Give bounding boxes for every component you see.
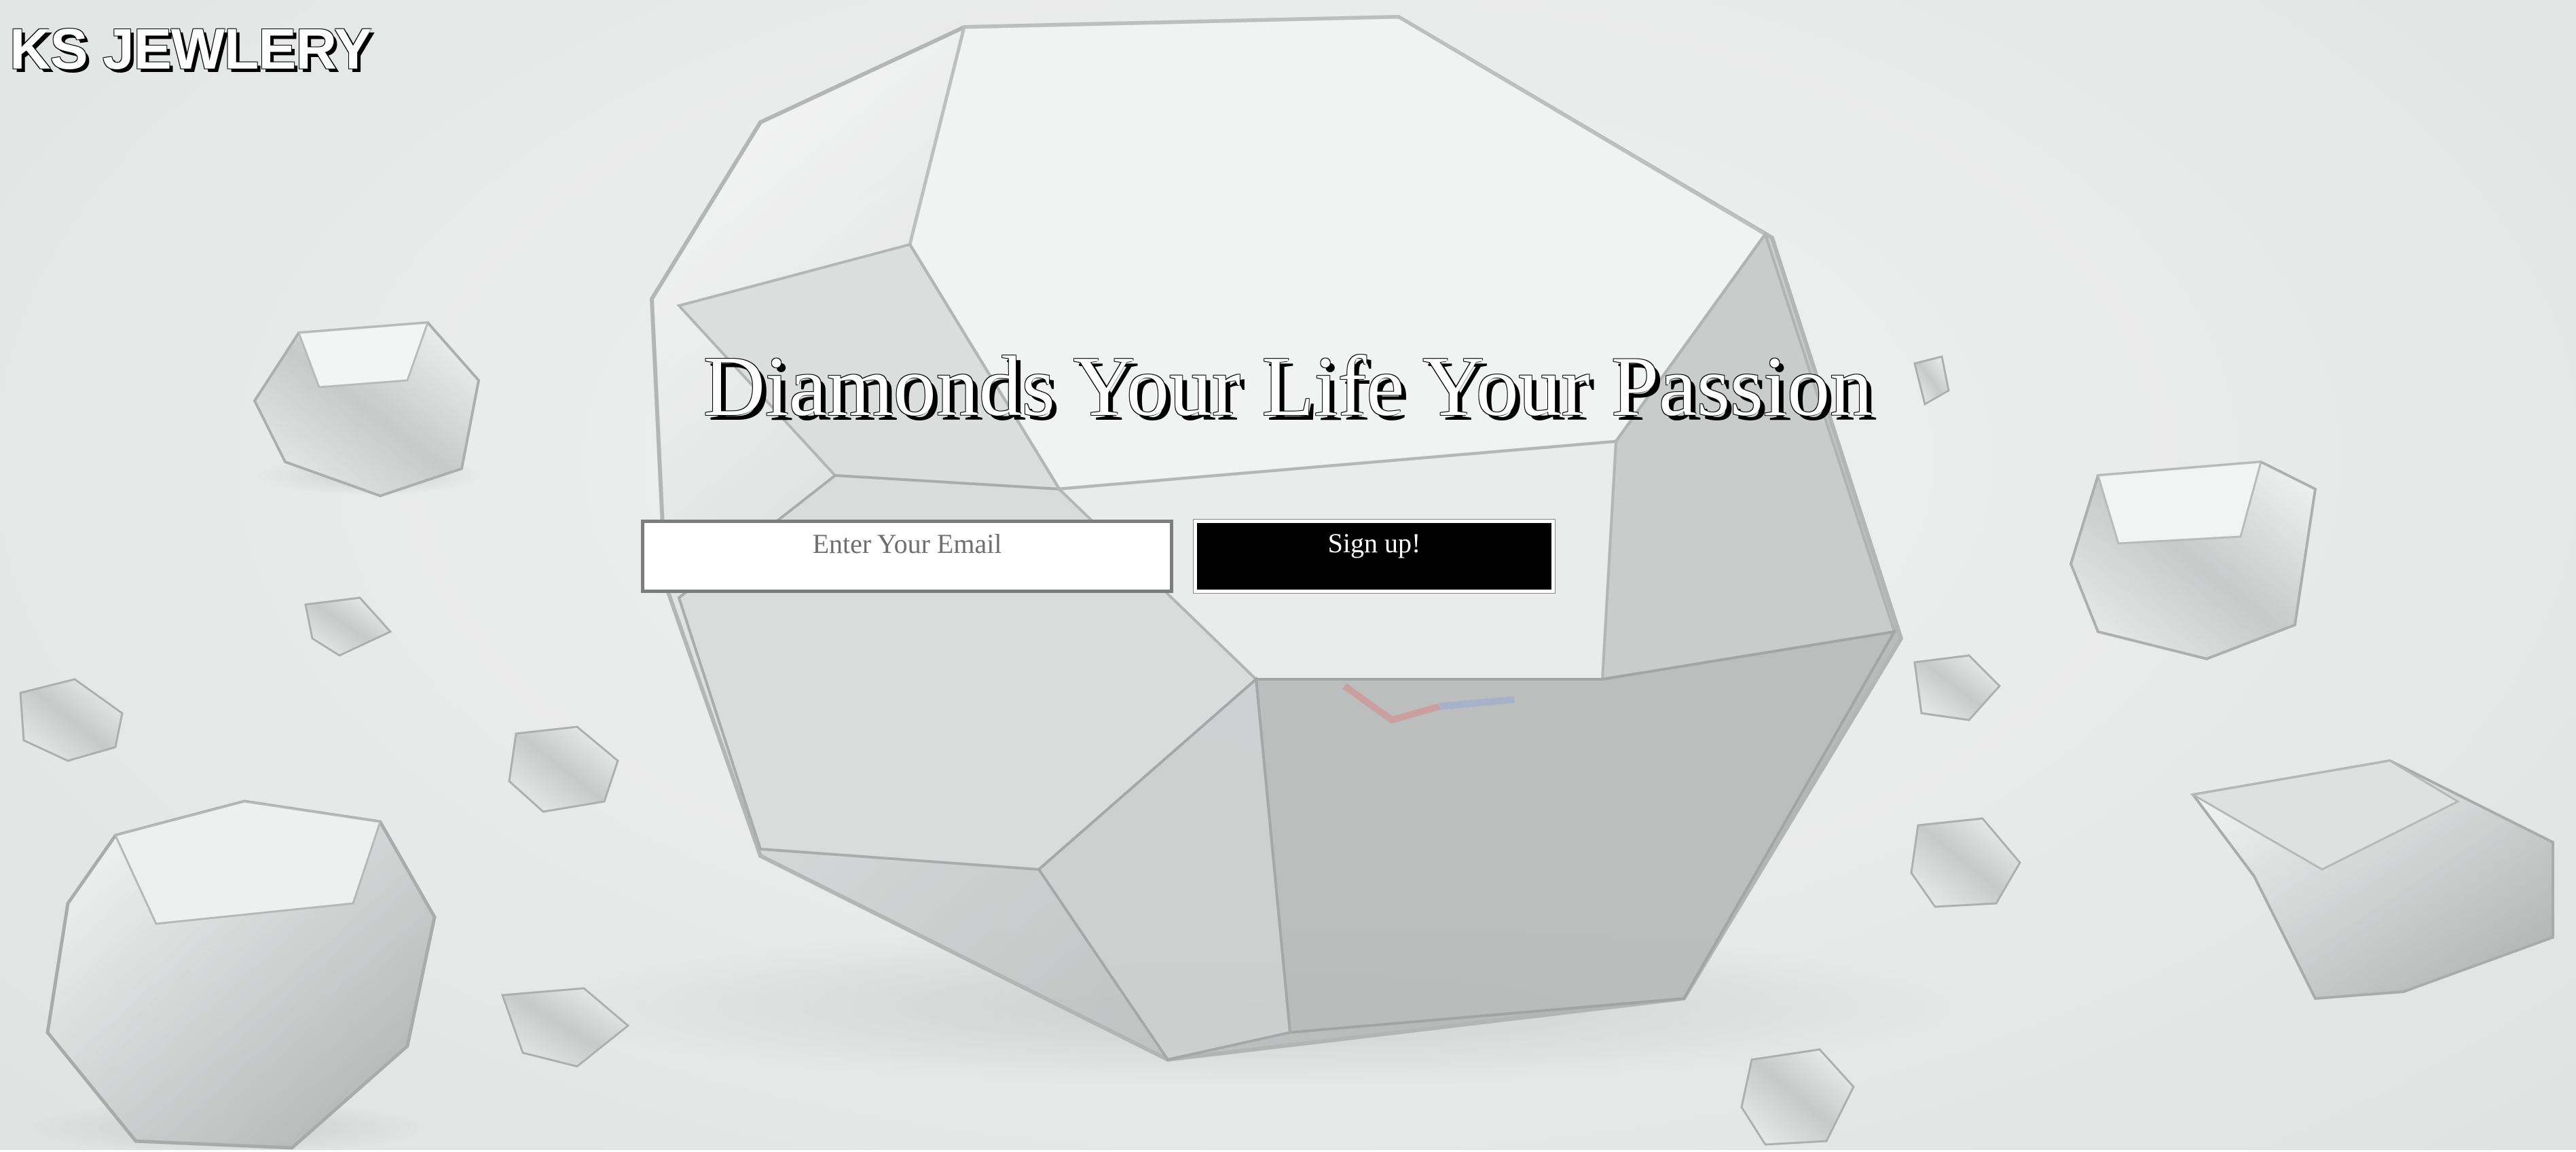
signup-form: Sign up!	[641, 519, 1556, 594]
hero-section: KS JEWLERY Diamonds Your Life Your Passi…	[0, 0, 2576, 1150]
email-input[interactable]	[641, 520, 1173, 593]
site-logo[interactable]: KS JEWLERY	[10, 15, 372, 83]
hero-headline: Diamonds Your Life Your Passion	[703, 340, 1873, 434]
sign-up-button[interactable]: Sign up!	[1193, 519, 1556, 594]
